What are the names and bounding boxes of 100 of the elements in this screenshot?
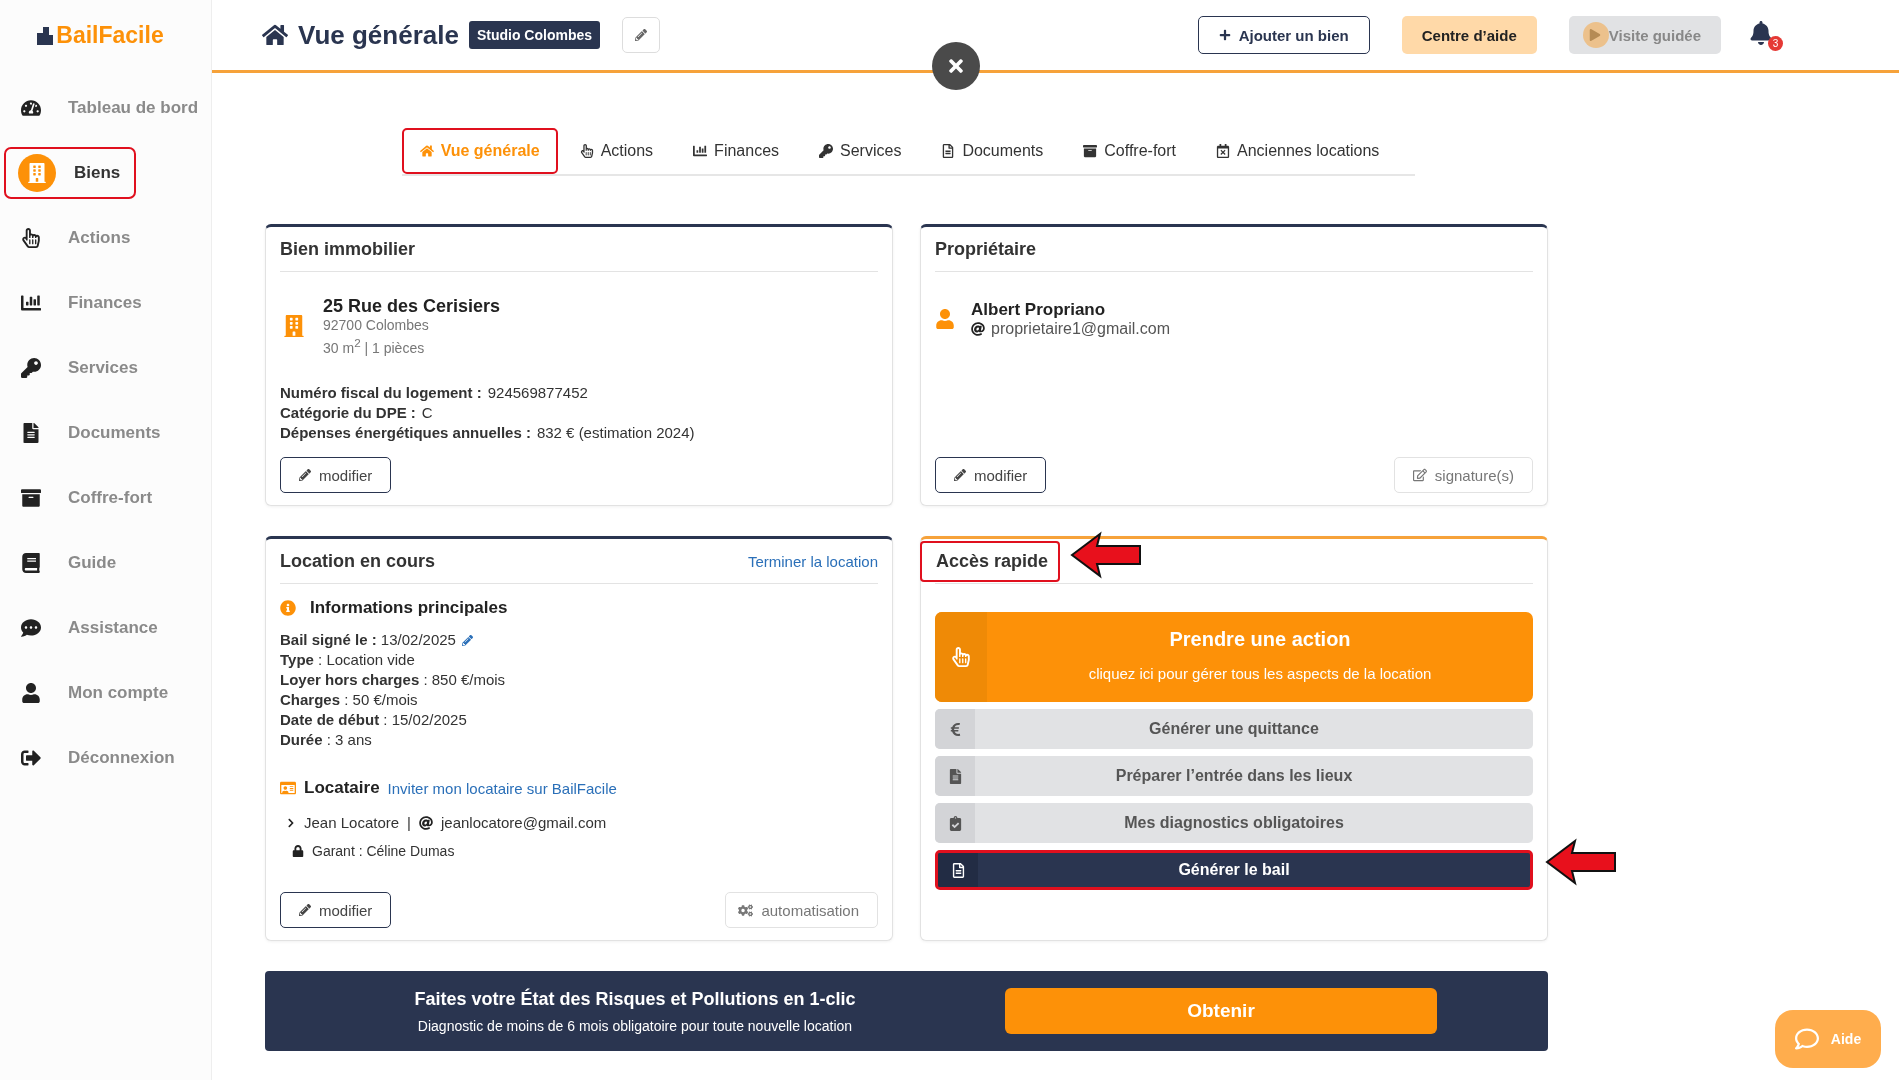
- chevron-icon[interactable]: [286, 817, 296, 828]
- archive-icon: [21, 488, 41, 508]
- header-button[interactable]: Centre d’aide: [1401, 16, 1537, 54]
- hand-pointer-icon: [21, 228, 41, 248]
- modify-button[interactable]: modifier: [935, 457, 1047, 493]
- tab[interactable]: Anciennes locations: [1198, 128, 1398, 174]
- rental-detail: Date de début : 15/02/2025: [280, 710, 467, 730]
- property-detail: Numéro fiscal du logement : 924569877452: [280, 382, 589, 403]
- banner-title: Faites votre État des Risques et Pollutions en 1-clic: [414, 988, 856, 1010]
- pencil-icon: [299, 904, 311, 916]
- sidebar-item[interactable]: Finances: [4, 277, 158, 329]
- calendar-icon: [1216, 144, 1231, 158]
- chat-icon: [21, 618, 41, 638]
- archive-icon: [1083, 144, 1098, 158]
- header-button[interactable]: Ajouter un bien: [1197, 16, 1370, 54]
- info-icon: [280, 600, 296, 616]
- edit-icon: [1412, 468, 1427, 482]
- bar-chart-icon: [693, 144, 708, 158]
- home-icon: [262, 22, 288, 48]
- document-icon: [941, 144, 956, 158]
- tenant-email: jeanlocatore@gmail.com: [441, 814, 607, 831]
- modify-button[interactable]: modifier: [280, 457, 392, 493]
- bell-icon: [1749, 21, 1773, 45]
- header-button[interactable]: Visite guidée: [1568, 16, 1721, 54]
- end-rental-link[interactable]: Terminer la location: [747, 552, 878, 570]
- document-icon: [950, 862, 966, 878]
- tab[interactable]: Services: [801, 128, 920, 174]
- signature-button[interactable]: signature(s): [1393, 457, 1533, 493]
- chat-icon: [1794, 1027, 1819, 1051]
- pencil-icon[interactable]: [461, 634, 473, 646]
- property-detail: Dépenses énergétiques annuelles : 832 € (estimation 2024): [280, 422, 696, 443]
- sidebar-item[interactable]: Coffre-fort: [4, 472, 169, 524]
- rental-detail: Loyer hors charges : 850 €/mois: [280, 670, 506, 690]
- bar-chart-icon: [21, 293, 41, 313]
- pencil-icon: [299, 469, 311, 481]
- lock-icon: [292, 845, 304, 857]
- property-city: 92700 Colombes: [323, 317, 430, 334]
- book-icon: [21, 553, 41, 573]
- sidebar-item[interactable]: Biens: [4, 147, 137, 199]
- tenant-name: Jean Locatore: [304, 814, 400, 831]
- sidebar-item[interactable]: Mon compte: [4, 667, 185, 719]
- arrow-icon: [1545, 838, 1617, 886]
- pencil-icon: [954, 469, 966, 481]
- sidebar-item[interactable]: Déconnexion: [4, 732, 191, 784]
- home-icon: [419, 144, 434, 158]
- quick-action-button[interactable]: Générer une quittance: [935, 709, 1533, 749]
- logout-icon: [21, 748, 41, 768]
- buildings-icon: [37, 26, 54, 45]
- property-size: 30 m$^{2}$ | 1 pièces: [323, 335, 426, 357]
- key-icon: [21, 358, 41, 378]
- at-icon: [419, 815, 433, 830]
- cursor-highlight: [1582, 22, 1609, 48]
- gauge-icon: [21, 98, 41, 118]
- play-icon: [1588, 29, 1601, 41]
- owner-email: proprietaire1@gmail.com: [991, 320, 1170, 338]
- close-icon: [946, 56, 966, 76]
- page-title: Vue générale: [298, 19, 459, 51]
- invite-link[interactable]: Inviter mon locataire sur BailFacile: [387, 779, 617, 797]
- rental-detail: Charges : 50 €/mois: [280, 690, 418, 710]
- hand-pointer-icon: [951, 647, 971, 667]
- sidebar-item[interactable]: Services: [4, 342, 154, 394]
- notification-bell[interactable]: 3: [1747, 19, 1783, 51]
- document-icon: [947, 768, 963, 784]
- plus-icon: [1218, 29, 1231, 41]
- property-detail: Catégorie du DPE : C: [280, 402, 434, 423]
- tab[interactable]: Finances: [675, 128, 798, 174]
- sidebar-item[interactable]: Actions: [4, 212, 147, 264]
- clipboard-check-icon: [947, 815, 963, 831]
- building-icon: [27, 163, 47, 183]
- card-title: Propriétaire: [935, 238, 1037, 260]
- owner-name: Albert Propriano: [971, 300, 1107, 320]
- notification-count: 3: [1768, 36, 1783, 51]
- pencil-icon: [635, 29, 647, 41]
- rental-detail: Bail signé le : 13/02/2025: [280, 630, 456, 650]
- tab[interactable]: Documents: [923, 128, 1062, 174]
- modify-button[interactable]: modifier: [280, 892, 392, 928]
- tab[interactable]: Coffre-fort: [1065, 128, 1195, 174]
- guarantor-text: Garant : Céline Dumas: [312, 843, 455, 859]
- gears-icon: [738, 902, 754, 918]
- sidebar-item[interactable]: Assistance: [4, 602, 174, 654]
- automation-button[interactable]: automatisation: [725, 892, 878, 928]
- tab[interactable]: Actions: [561, 128, 672, 174]
- arrow-icon: [1070, 531, 1142, 579]
- quick-action-button[interactable]: Mes diagnostics obligatoires: [935, 803, 1533, 843]
- quick-action-button[interactable]: Générer le bail: [935, 850, 1533, 890]
- quick-action-button[interactable]: Préparer l’entrée dans les lieux: [935, 756, 1533, 796]
- rental-detail: Durée : 3 ans: [280, 730, 372, 750]
- id-card-icon: [280, 780, 296, 796]
- sidebar-item[interactable]: Guide: [4, 537, 133, 589]
- user-icon: [935, 309, 955, 329]
- edit-button[interactable]: [622, 17, 660, 53]
- sidebar-item[interactable]: Tableau de bord: [4, 82, 215, 134]
- separator-text: |: [407, 814, 411, 831]
- property-tag: Studio Colombes: [468, 21, 600, 49]
- property-address: 25 Rue des Cerisiers: [323, 296, 501, 317]
- tenant-heading: Locataire: [304, 778, 380, 798]
- sidebar-item[interactable]: Documents: [4, 407, 177, 459]
- key-icon: [819, 144, 834, 158]
- close-button[interactable]: [932, 42, 980, 90]
- hand-pointer-icon: [579, 144, 594, 158]
